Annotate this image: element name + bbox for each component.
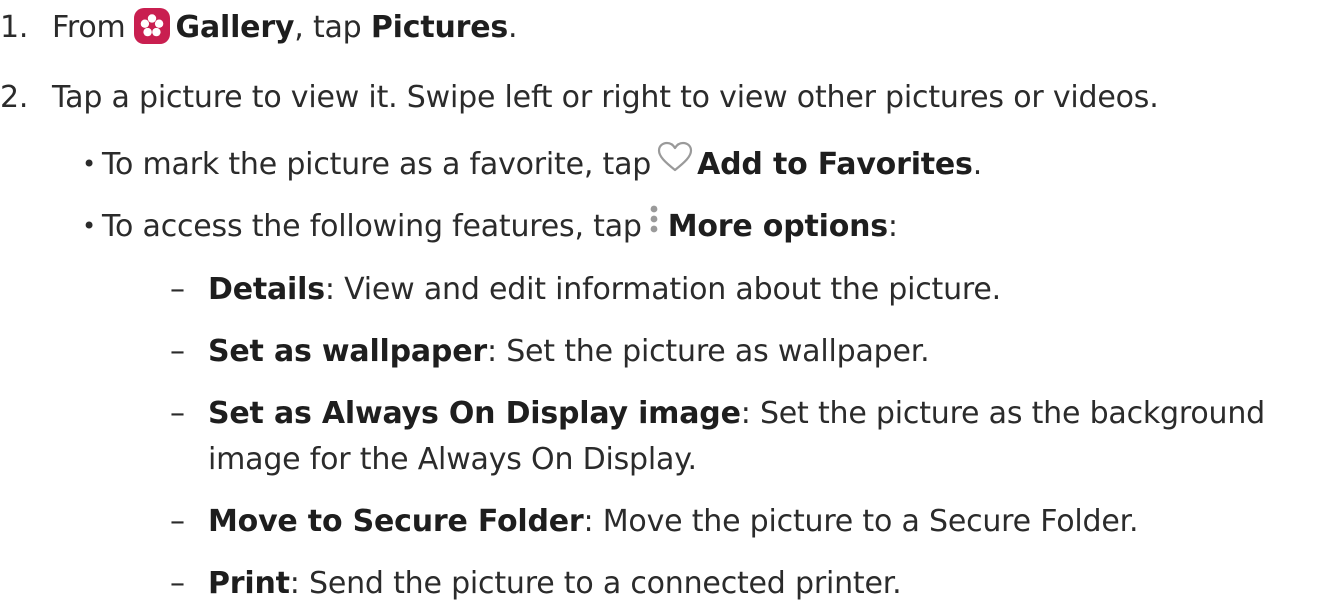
- option-name: Details: [208, 272, 325, 307]
- gallery-app-icon: [133, 7, 170, 44]
- dash-marker: –: [170, 272, 185, 307]
- gallery-label: Gallery: [175, 10, 295, 45]
- option-desc: : View and edit information about the pi…: [324, 272, 1002, 307]
- bullet-marker: •: [82, 212, 96, 240]
- step-1: 1. From Gallery, tap Pictures.: [0, 7, 518, 48]
- step-number: 2.: [0, 80, 29, 115]
- dash-marker: –: [170, 504, 185, 539]
- dash-marker: –: [170, 566, 185, 601]
- option-name: Set as Always On Display image: [208, 396, 741, 431]
- option-desc: : Move the picture to a Secure Folder.: [583, 504, 1139, 539]
- step-number: 1.: [0, 10, 29, 45]
- step-2-text: Tap a picture to view it. Swipe left or …: [52, 80, 1159, 115]
- from-text: From: [52, 10, 126, 45]
- bullet-marker: •: [82, 150, 96, 178]
- period: .: [508, 10, 518, 45]
- bullet-text: To access the following features, tap: [102, 209, 642, 244]
- period: .: [972, 147, 983, 182]
- option-always-on-display-continued: image for the Always On Display.: [208, 440, 697, 480]
- pictures-label: Pictures: [370, 10, 509, 45]
- tap-text: , tap: [294, 10, 362, 45]
- option-move-to-secure-folder: – Move to Secure Folder: Move the picture…: [170, 502, 1139, 542]
- dash-marker: –: [170, 396, 185, 431]
- bullet-more-options: • To access the following features, tap Mo…: [82, 203, 898, 249]
- heart-outline-icon: [657, 141, 693, 184]
- option-always-on-display: – Set as Always On Display image: Set the…: [170, 394, 1265, 434]
- option-name: Move to Secure Folder: [208, 504, 584, 539]
- colon: :: [887, 209, 898, 244]
- option-name: Set as wallpaper: [208, 334, 487, 369]
- more-options-vertical-dots-icon: [648, 203, 660, 246]
- step-2: 2. Tap a picture to view it. Swipe left o…: [0, 78, 1159, 118]
- option-details: – Details: View and edit information abou…: [170, 270, 1001, 310]
- option-desc-continued: image for the Always On Display.: [208, 442, 697, 477]
- more-options-label: More options: [667, 209, 888, 244]
- option-desc: : Set the picture as wallpaper.: [486, 334, 930, 369]
- option-set-as-wallpaper: – Set as wallpaper: Set the picture as wa…: [170, 332, 930, 372]
- dash-marker: –: [170, 334, 185, 369]
- option-print: – Print: Send the picture to a connected …: [170, 564, 902, 604]
- option-desc: : Set the picture as the background: [740, 396, 1266, 431]
- option-desc: : Send the picture to a connected printe…: [289, 566, 902, 601]
- bullet-favorite: • To mark the picture as a favorite, tap A…: [82, 141, 983, 187]
- option-name: Print: [208, 566, 290, 601]
- add-to-favorites-label: Add to Favorites: [697, 147, 973, 182]
- bullet-text: To mark the picture as a favorite, tap: [102, 147, 652, 182]
